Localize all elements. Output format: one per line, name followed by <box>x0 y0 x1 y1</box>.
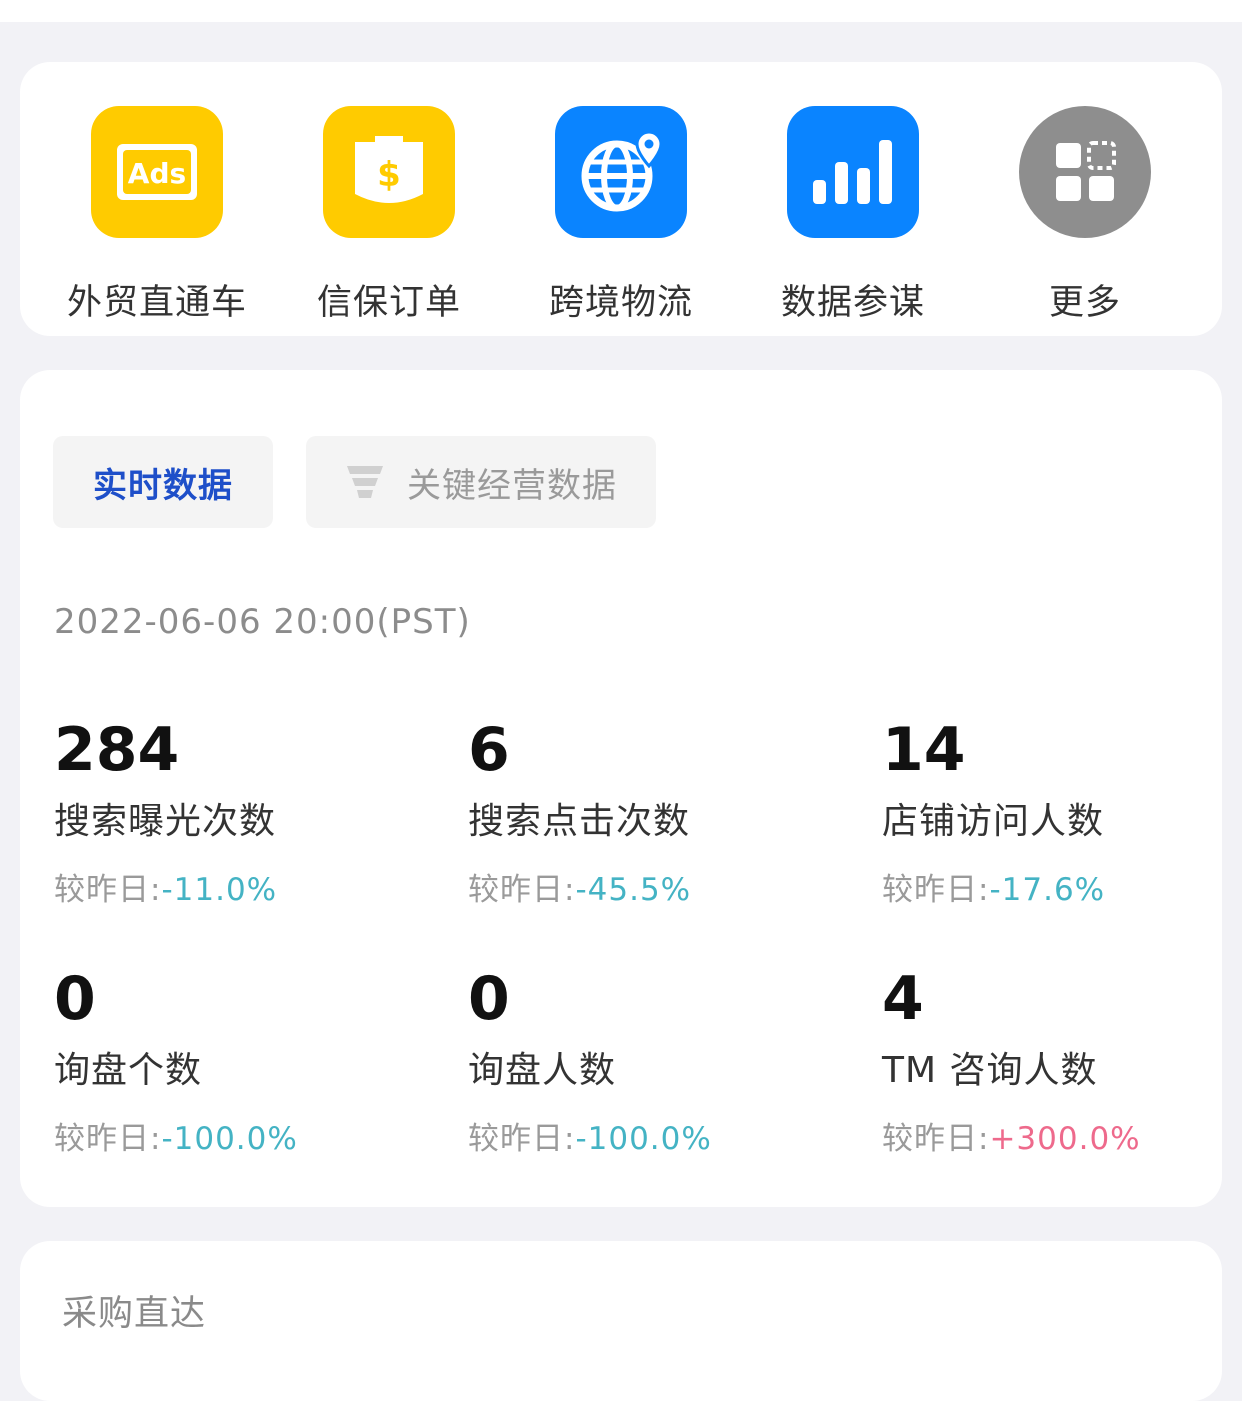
shortcut-ads[interactable]: Ads 外贸直通车 <box>41 106 273 325</box>
metric-inquiry-people[interactable]: 0 询盘人数 较昨日:-100.0% <box>468 967 848 1158</box>
metric-compare: 较昨日:-100.0% <box>54 1121 298 1157</box>
metric-compare: 较昨日:-11.0% <box>54 872 278 908</box>
funnel-icon <box>347 466 383 498</box>
procurement-title: 采购直达 <box>62 1294 207 1334</box>
shortcut-label: 跨境物流 <box>548 283 693 323</box>
metric-search-impressions[interactable]: 284 搜索曝光次数 较昨日:-11.0% <box>54 718 434 909</box>
metric-value: 0 <box>468 964 510 1034</box>
metric-compare: 较昨日:-100.0% <box>468 1121 712 1157</box>
shortcuts-card: Ads 外贸直通车 $ 信保订单 跨境物流 数据参谋 更多 <box>20 62 1222 336</box>
metric-search-clicks[interactable]: 6 搜索点击次数 较昨日:-45.5% <box>468 718 848 909</box>
bar-chart-icon <box>787 106 919 238</box>
shortcut-label: 信保订单 <box>316 283 461 323</box>
shortcut-label: 更多 <box>1048 283 1121 323</box>
tab-key-business-data[interactable]: 关键经营数据 <box>306 436 656 528</box>
metrics-card: 实时数据 关键经营数据 2022-06-06 20:00(PST) 284 搜索… <box>20 370 1222 1207</box>
metric-change: -17.6% <box>989 872 1106 908</box>
shortcut-label: 外贸直通车 <box>66 283 247 323</box>
metric-change: -45.5% <box>575 872 692 908</box>
metric-change: -11.0% <box>161 872 278 908</box>
metric-label: 店铺访问人数 <box>882 801 1105 842</box>
metric-inquiry-count[interactable]: 0 询盘个数 较昨日:-100.0% <box>54 967 434 1158</box>
metric-value: 6 <box>468 715 510 785</box>
metric-value: 0 <box>54 964 96 1034</box>
top-bar <box>0 0 1242 22</box>
shortcut-label: 数据参谋 <box>780 283 925 323</box>
metric-label: 搜索点击次数 <box>468 801 691 842</box>
metric-change: +300.0% <box>989 1121 1141 1157</box>
shortcut-trade-assurance[interactable]: $ 信保订单 <box>273 106 505 325</box>
tab-key-label: 关键经营数据 <box>407 465 617 506</box>
procurement-card: 采购直达 <box>20 1241 1222 1401</box>
globe-location-icon <box>555 106 687 238</box>
trade-assurance-icon: $ <box>323 106 455 238</box>
shortcut-logistics[interactable]: 跨境物流 <box>505 106 737 325</box>
metric-label: 询盘人数 <box>468 1050 617 1091</box>
metric-compare: 较昨日:-45.5% <box>468 872 692 908</box>
data-timestamp: 2022-06-06 20:00(PST) <box>54 602 471 642</box>
metric-value: 14 <box>882 715 966 785</box>
metric-change: -100.0% <box>161 1121 298 1157</box>
metric-store-visitors[interactable]: 14 店铺访问人数 较昨日:-17.6% <box>882 718 1242 909</box>
ads-icon: Ads <box>91 106 223 238</box>
svg-text:$: $ <box>377 155 401 195</box>
shortcut-more[interactable]: 更多 <box>969 106 1201 325</box>
metric-label: TM 咨询人数 <box>882 1050 1098 1091</box>
shortcut-data-advisor[interactable]: 数据参谋 <box>737 106 969 325</box>
metric-change: -100.0% <box>575 1121 712 1157</box>
ads-icon-text: Ads <box>128 157 186 190</box>
metric-compare: 较昨日:-17.6% <box>882 872 1106 908</box>
tab-realtime-data[interactable]: 实时数据 <box>53 436 273 528</box>
metric-label: 询盘个数 <box>54 1050 203 1091</box>
metric-tm-consult-people[interactable]: 4 TM 咨询人数 较昨日:+300.0% <box>882 967 1242 1158</box>
metric-value: 284 <box>54 715 180 785</box>
metric-compare: 较昨日:+300.0% <box>882 1121 1141 1157</box>
metric-value: 4 <box>882 964 924 1034</box>
grid-more-icon <box>1019 106 1151 238</box>
metric-label: 搜索曝光次数 <box>54 801 277 842</box>
